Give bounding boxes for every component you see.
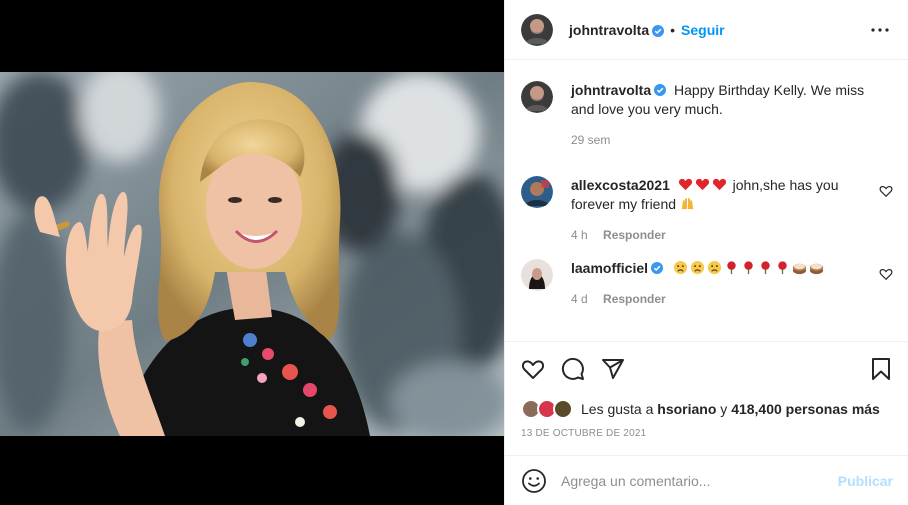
comments-list[interactable]: johntravolta Happy Birthday Kelly. We mi…	[505, 61, 908, 341]
cake-emoji-icon	[809, 260, 824, 275]
rose-emoji-icon	[741, 260, 756, 275]
post-date[interactable]: 13 DE OCTUBRE DE 2021	[521, 428, 893, 439]
comment-username[interactable]: laamofficiel	[571, 260, 648, 276]
comment-heart-icon[interactable]	[879, 184, 893, 198]
bookmark-icon[interactable]	[869, 357, 893, 381]
post-actions: Les gusta a hsoriano y 418,400 personas …	[505, 341, 908, 439]
comment-meta: 4 d Responder	[571, 290, 865, 309]
comment-body: laamofficiel 4 d Responder	[571, 259, 893, 309]
sad-face-emoji-icon	[690, 260, 705, 275]
emoji-icon[interactable]	[521, 468, 547, 494]
comment-meta: 4 h Responder	[571, 226, 865, 245]
comment-age: 4 d	[571, 292, 588, 306]
heart-emoji-icon	[678, 177, 693, 192]
likers-avatars[interactable]	[521, 399, 577, 419]
caption-username[interactable]: johntravolta	[571, 82, 651, 98]
comment-item: allexcosta2021 john,she has you forever …	[521, 176, 893, 245]
comment-avatar[interactable]	[521, 259, 553, 291]
comment-heart-icon[interactable]	[879, 267, 893, 281]
comment-icon[interactable]	[561, 357, 585, 381]
post-media[interactable]	[0, 0, 504, 505]
caption-age: 29 sem	[571, 133, 611, 147]
caption-body: johntravolta Happy Birthday Kelly. We mi…	[571, 81, 893, 150]
caption-item: johntravolta Happy Birthday Kelly. We mi…	[521, 81, 893, 150]
liker-avatar	[553, 399, 573, 419]
likes-first-user[interactable]: hsoriano	[657, 401, 716, 417]
author-avatar[interactable]	[521, 13, 553, 46]
follow-button[interactable]: Seguir	[681, 22, 725, 38]
verified-badge-icon	[654, 82, 667, 96]
comment-item: laamofficiel 4 d Responder	[521, 259, 893, 309]
likes-prefix: Les gusta a	[581, 401, 654, 417]
share-icon[interactable]	[601, 357, 625, 381]
post-photo[interactable]	[0, 72, 504, 436]
verified-badge-icon	[652, 24, 665, 37]
publish-button[interactable]: Publicar	[838, 473, 893, 489]
heart-emoji-icon	[695, 177, 710, 192]
post-panel: johntravolta • Seguir johntravolta Happy…	[504, 0, 908, 505]
comment-input[interactable]	[561, 472, 830, 489]
sad-face-emoji-icon	[673, 260, 688, 275]
comment-age: 4 h	[571, 228, 588, 242]
reply-button[interactable]: Responder	[603, 228, 666, 242]
rose-emoji-icon	[758, 260, 773, 275]
author-avatar[interactable]	[521, 81, 553, 113]
sad-face-emoji-icon	[707, 260, 722, 275]
likes-summary[interactable]: Les gusta a hsoriano y 418,400 personas …	[521, 398, 893, 420]
likes-others[interactable]: 418,400 personas más	[731, 401, 880, 417]
comment-username[interactable]: allexcosta2021	[571, 177, 670, 193]
verified-badge-icon	[651, 260, 664, 274]
comment-body: allexcosta2021 john,she has you forever …	[571, 176, 893, 245]
heart-icon[interactable]	[521, 357, 545, 381]
reply-button[interactable]: Responder	[603, 292, 666, 306]
comment-avatar[interactable]	[521, 176, 553, 208]
post-header: johntravolta • Seguir	[505, 0, 908, 60]
author-username[interactable]: johntravolta	[569, 22, 649, 38]
likes-joiner: y	[720, 401, 728, 417]
raised-hands-emoji-icon	[680, 196, 695, 211]
comment-composer: Publicar	[505, 455, 908, 505]
likes-text: Les gusta a hsoriano y 418,400 personas …	[581, 401, 880, 417]
heart-emoji-icon	[712, 177, 727, 192]
rose-emoji-icon	[724, 260, 739, 275]
rose-emoji-icon	[775, 260, 790, 275]
caption-meta: 29 sem	[571, 131, 865, 150]
separator-dot: •	[670, 21, 676, 38]
more-options-icon[interactable]	[868, 18, 892, 42]
action-bar	[521, 356, 893, 382]
cake-emoji-icon	[792, 260, 807, 275]
